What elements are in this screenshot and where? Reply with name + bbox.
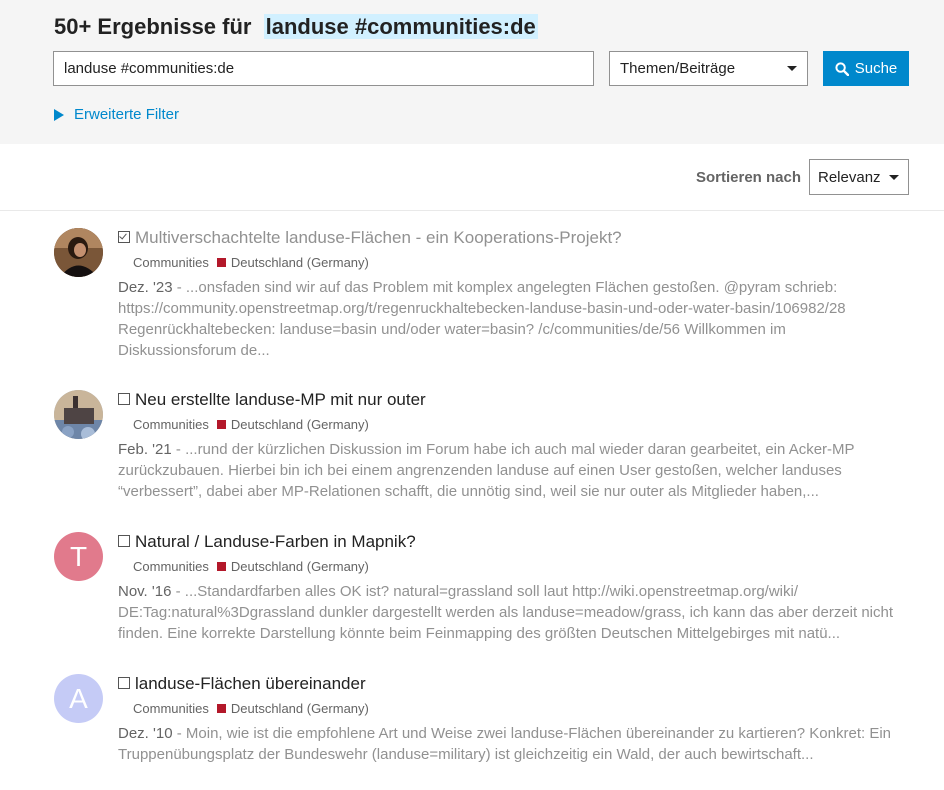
advanced-filter-label: Erweiterte Filter [74, 106, 180, 123]
topic-title-link[interactable]: Neu erstellte landuse-MP mit nur outer [118, 390, 426, 410]
result-blurb: Feb. '21 - ...rund der kürzlichen Diskus… [118, 439, 908, 502]
category-link[interactable]: Communities [133, 559, 209, 574]
sort-select[interactable]: Relevanz [809, 159, 909, 195]
blurb-text: - Moin, wie ist die empfohlene Art und W… [118, 725, 892, 763]
post-date: Dez. '10 [118, 725, 173, 742]
checkbox-checked-icon [118, 231, 130, 243]
topic-title-link[interactable]: Multiverschachtelte landuse-Flächen - ei… [118, 228, 622, 248]
result-blurb: Dez. '10 - Moin, wie ist die empfohlene … [118, 723, 908, 765]
blurb-text: - ...onsfaden sind wir auf das Problem m… [118, 279, 846, 359]
post-date: Nov. '16 [118, 583, 172, 600]
user-photo-icon [54, 228, 103, 277]
search-icon [835, 61, 849, 76]
subcategory-link[interactable]: Deutschland (Germany) [231, 417, 369, 432]
topic-title: Natural / Landuse-Farben in Mapnik? [135, 532, 416, 551]
blurb-text: - ...Standardfarben alles OK ist? natura… [118, 583, 894, 642]
category-color-icon [216, 420, 226, 429]
results-title: 50+ Ergebnisse für landuse #communities:… [54, 14, 538, 40]
sort-bar: Sortieren nach Relevanz [0, 144, 944, 211]
category-link[interactable]: Communities [133, 255, 209, 270]
checkbox-icon [118, 677, 130, 689]
category-link[interactable]: Communities [133, 701, 209, 716]
post-date: Dez. '23 [118, 279, 173, 296]
category-color-icon [216, 258, 226, 267]
topic-title-link[interactable]: Natural / Landuse-Farben in Mapnik? [118, 532, 416, 552]
results-count: 50+ Ergebnisse für [54, 14, 252, 39]
avatar[interactable]: A [54, 674, 103, 723]
subcategory-link[interactable]: Deutschland (Germany) [231, 255, 369, 270]
avatar-letter: T [69, 540, 88, 572]
avatar[interactable]: T [54, 532, 103, 581]
topic-meta: Communities Deutschland (Germany) [133, 255, 369, 270]
search-button[interactable]: Suche [823, 51, 909, 86]
checkbox-icon [118, 535, 130, 547]
category-link[interactable]: Communities [133, 417, 209, 432]
chevron-down-icon [787, 66, 797, 71]
search-term-highlight: landuse #communities:de [263, 14, 538, 39]
triangle-right-icon [54, 108, 64, 121]
user-photo-icon [54, 390, 103, 439]
avatar[interactable] [54, 390, 103, 439]
sort-select-value: Relevanz [818, 168, 881, 186]
chevron-down-icon [889, 174, 899, 180]
result-blurb: Dez. '23 - ...onsfaden sind wir auf das … [118, 277, 908, 361]
topic-title: Neu erstellte landuse-MP mit nur outer [135, 390, 426, 409]
topic-title-link[interactable]: landuse-Flächen übereinander [118, 674, 366, 694]
avatar-letter: A [69, 682, 88, 714]
search-input[interactable] [53, 51, 594, 86]
post-date: Feb. '21 [118, 441, 172, 458]
blurb-text: - ...rund der kürzlichen Diskussion im F… [118, 441, 855, 500]
category-color-icon [216, 704, 226, 713]
result-blurb: Nov. '16 - ...Standardfarben alles OK is… [118, 581, 908, 644]
advanced-filter-toggle[interactable]: Erweiterte Filter [54, 106, 179, 123]
topic-meta: Communities Deutschland (Germany) [133, 559, 369, 574]
category-color-icon [216, 562, 226, 571]
topic-meta: Communities Deutschland (Germany) [133, 417, 369, 432]
sort-label: Sortieren nach [695, 169, 801, 186]
topic-title: Multiverschachtelte landuse-Flächen - ei… [135, 228, 622, 247]
checkbox-icon [118, 393, 130, 405]
search-header: 50+ Ergebnisse für landuse #communities:… [0, 0, 944, 144]
search-button-label: Suche [854, 60, 898, 77]
subcategory-link[interactable]: Deutschland (Germany) [231, 701, 369, 716]
topic-meta: Communities Deutschland (Germany) [133, 701, 369, 716]
type-select[interactable]: Themen/Beiträge [609, 51, 808, 86]
type-select-value: Themen/Beiträge [620, 60, 736, 77]
subcategory-link[interactable]: Deutschland (Germany) [231, 559, 369, 574]
avatar[interactable] [54, 228, 103, 277]
topic-title: landuse-Flächen übereinander [135, 674, 366, 693]
